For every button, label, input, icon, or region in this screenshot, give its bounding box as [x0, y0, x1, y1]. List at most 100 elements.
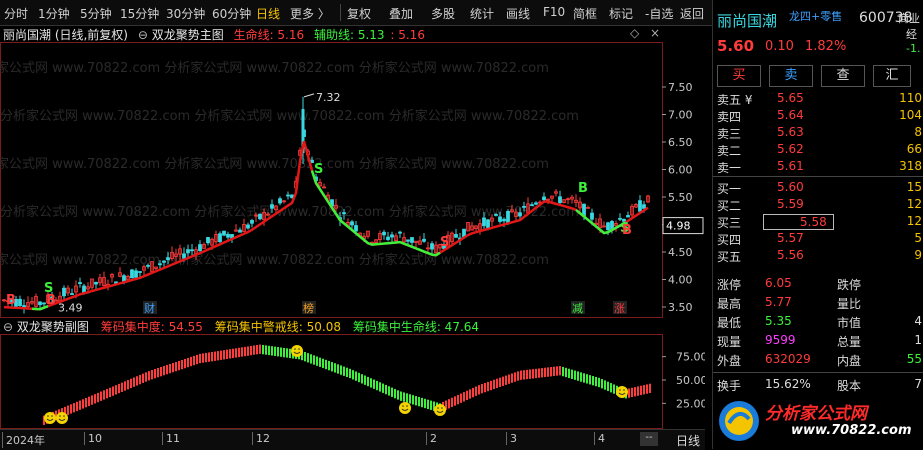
- candle-body: [78, 282, 82, 284]
- period-tab-7[interactable]: 更多 〉: [290, 5, 330, 22]
- ob-volume: 5: [914, 231, 922, 245]
- period-tab-4[interactable]: 30分钟: [166, 5, 205, 22]
- event-marker[interactable]: 减: [572, 302, 583, 315]
- toolbar-button-1[interactable]: 叠加: [389, 5, 413, 22]
- chip-mid-label: 筹码集中度: 54.55: [100, 320, 203, 334]
- candle-body: [590, 212, 594, 220]
- ob-price[interactable]: 5.62: [777, 142, 804, 156]
- toolbar-button-9[interactable]: 返回: [680, 5, 704, 22]
- sub-indicator-chart[interactable]: 75.00 50.00 25.00: [0, 334, 705, 429]
- smiley-icon: [434, 404, 446, 416]
- period-tab-6[interactable]: 日线: [256, 5, 280, 22]
- toolbar-button-8[interactable]: -自选: [645, 5, 673, 22]
- close-icon[interactable]: ×: [650, 26, 660, 40]
- event-marker[interactable]: 涨: [614, 302, 625, 315]
- candle-body: [238, 229, 242, 233]
- price-tick-label: 4.00: [668, 274, 693, 287]
- chip-bars: [43, 344, 651, 425]
- ob-label: 买一: [717, 182, 742, 196]
- scroll-handle[interactable]: --: [640, 432, 658, 446]
- candle-body: [258, 213, 262, 220]
- main-price-chart[interactable]: 7.507.006.506.005.505.004.504.003.50分析家公…: [0, 42, 705, 318]
- toolbar-button-7[interactable]: 标记: [609, 5, 633, 22]
- ob-price[interactable]: 5.57: [777, 231, 804, 245]
- candle-body: [422, 238, 426, 242]
- ask-row[interactable]: 卖四 5.64 104: [717, 108, 922, 124]
- ask-row[interactable]: 卖三 5.63 8: [717, 125, 922, 141]
- period-tab-1[interactable]: 1分钟: [38, 5, 70, 22]
- collapse-icon[interactable]: ⊖: [138, 28, 148, 42]
- high-leader: [303, 93, 315, 98]
- candle-body: [522, 205, 526, 208]
- smiley-icon: [44, 412, 56, 424]
- ob-price[interactable]: 5.56: [777, 248, 804, 262]
- ob-price[interactable]: 5.64: [777, 108, 804, 122]
- ob-label: 买三: [717, 216, 742, 230]
- period-indicator[interactable]: 日线: [676, 432, 700, 449]
- ob-volume: 8: [914, 125, 922, 139]
- ask-row[interactable]: 卖二 5.62 66: [717, 142, 922, 158]
- period-tab-0[interactable]: 分时: [4, 5, 28, 22]
- stat-value: 632029: [765, 352, 811, 366]
- toolbar-button-3[interactable]: 统计: [470, 5, 494, 22]
- toolbar-button-2[interactable]: 多股: [431, 5, 455, 22]
- watermark-text: 分析家公式网 www.70822.com 分析家公式网 www.70822.co…: [0, 156, 549, 172]
- period-tab-3[interactable]: 15分钟: [120, 5, 159, 22]
- ob-price[interactable]: 5.63: [777, 125, 804, 139]
- ob-price[interactable]: 5.59: [777, 197, 804, 211]
- transfer-button[interactable]: 汇: [873, 65, 911, 87]
- stock-subtitle[interactable]: 龙四+零售: [789, 8, 842, 24]
- candle-body: [158, 263, 162, 266]
- stat-value-2: 7: [914, 377, 922, 391]
- bid-row[interactable]: 买五 5.56 9: [717, 248, 922, 264]
- ob-volume: 110: [899, 91, 922, 105]
- main-chart-header: 丽尚国潮 (日线,前复权) ⊖ 双龙聚势主图 生命线: 5.16 辅助线: 5.…: [0, 26, 705, 42]
- ob-volume: 12: [906, 197, 922, 211]
- candle-body: [386, 236, 390, 241]
- last-price: 5.60: [717, 37, 755, 55]
- sell-button[interactable]: 卖: [769, 65, 813, 87]
- bid-row[interactable]: 买一 5.60 15: [717, 180, 922, 196]
- stat-row: 换手 15.62% 股本 7: [717, 377, 922, 394]
- ask-row[interactable]: 卖五 ¥ 5.65 110: [717, 91, 922, 107]
- candle-body: [498, 216, 502, 222]
- candle-body: [342, 212, 346, 215]
- aux-line-label: 辅助线: 5.13: [313, 28, 385, 42]
- toolbar-button-4[interactable]: 画线: [506, 5, 530, 22]
- ob-price[interactable]: 5.60: [777, 180, 804, 194]
- ob-volume: 66: [906, 142, 922, 156]
- ob-price[interactable]: 5.65: [777, 91, 804, 105]
- candle-body: [134, 270, 138, 278]
- toolbar-button-6[interactable]: 简框: [573, 5, 597, 22]
- diamond-icon[interactable]: ◇: [630, 26, 639, 40]
- bid-row[interactable]: 买二 5.59 12: [717, 197, 922, 213]
- period-tab-2[interactable]: 5分钟: [80, 5, 112, 22]
- candle-body: [130, 269, 134, 279]
- price-tick-label: 6.50: [668, 136, 693, 149]
- bid-row[interactable]: 买三 5.58 12: [717, 214, 922, 230]
- query-button[interactable]: 查: [821, 65, 865, 87]
- candle-body: [146, 264, 150, 267]
- sub-indicator-name[interactable]: 双龙聚势副图: [17, 320, 89, 334]
- buy-button[interactable]: 买: [717, 65, 761, 87]
- sub-collapse-icon[interactable]: ⊖: [3, 320, 13, 334]
- toolbar-button-5[interactable]: F10: [543, 5, 565, 19]
- signal-letter: S: [440, 235, 449, 250]
- bid-row[interactable]: 买四 5.57 5: [717, 231, 922, 247]
- candle-body: [270, 204, 274, 209]
- stat-label: 外盘: [717, 354, 742, 368]
- ob-price[interactable]: 5.58: [763, 214, 834, 230]
- stat-label: 换手: [717, 379, 742, 393]
- watermark-text: 分析家公式网 www.70822.com 分析家公式网 www.70822.co…: [0, 252, 549, 268]
- event-marker[interactable]: 榜: [303, 301, 314, 315]
- industry-label[interactable]: 商业: [898, 10, 923, 26]
- ob-price[interactable]: 5.61: [777, 159, 804, 173]
- ask-row[interactable]: 卖一 5.61 318: [717, 159, 922, 175]
- period-tab-5[interactable]: 60分钟: [212, 5, 251, 22]
- toolbar-button-0[interactable]: 复权: [347, 5, 371, 22]
- sub-chart-header: ⊖ 双龙聚势副图 筹码集中度: 54.55 筹码集中警戒线: 50.08 筹码集…: [0, 318, 705, 334]
- sub-tick-label: 25.00: [676, 397, 705, 410]
- candle-body: [502, 218, 506, 222]
- event-marker[interactable]: 财: [144, 301, 155, 315]
- main-indicator-name[interactable]: 双龙聚势主图: [152, 28, 224, 42]
